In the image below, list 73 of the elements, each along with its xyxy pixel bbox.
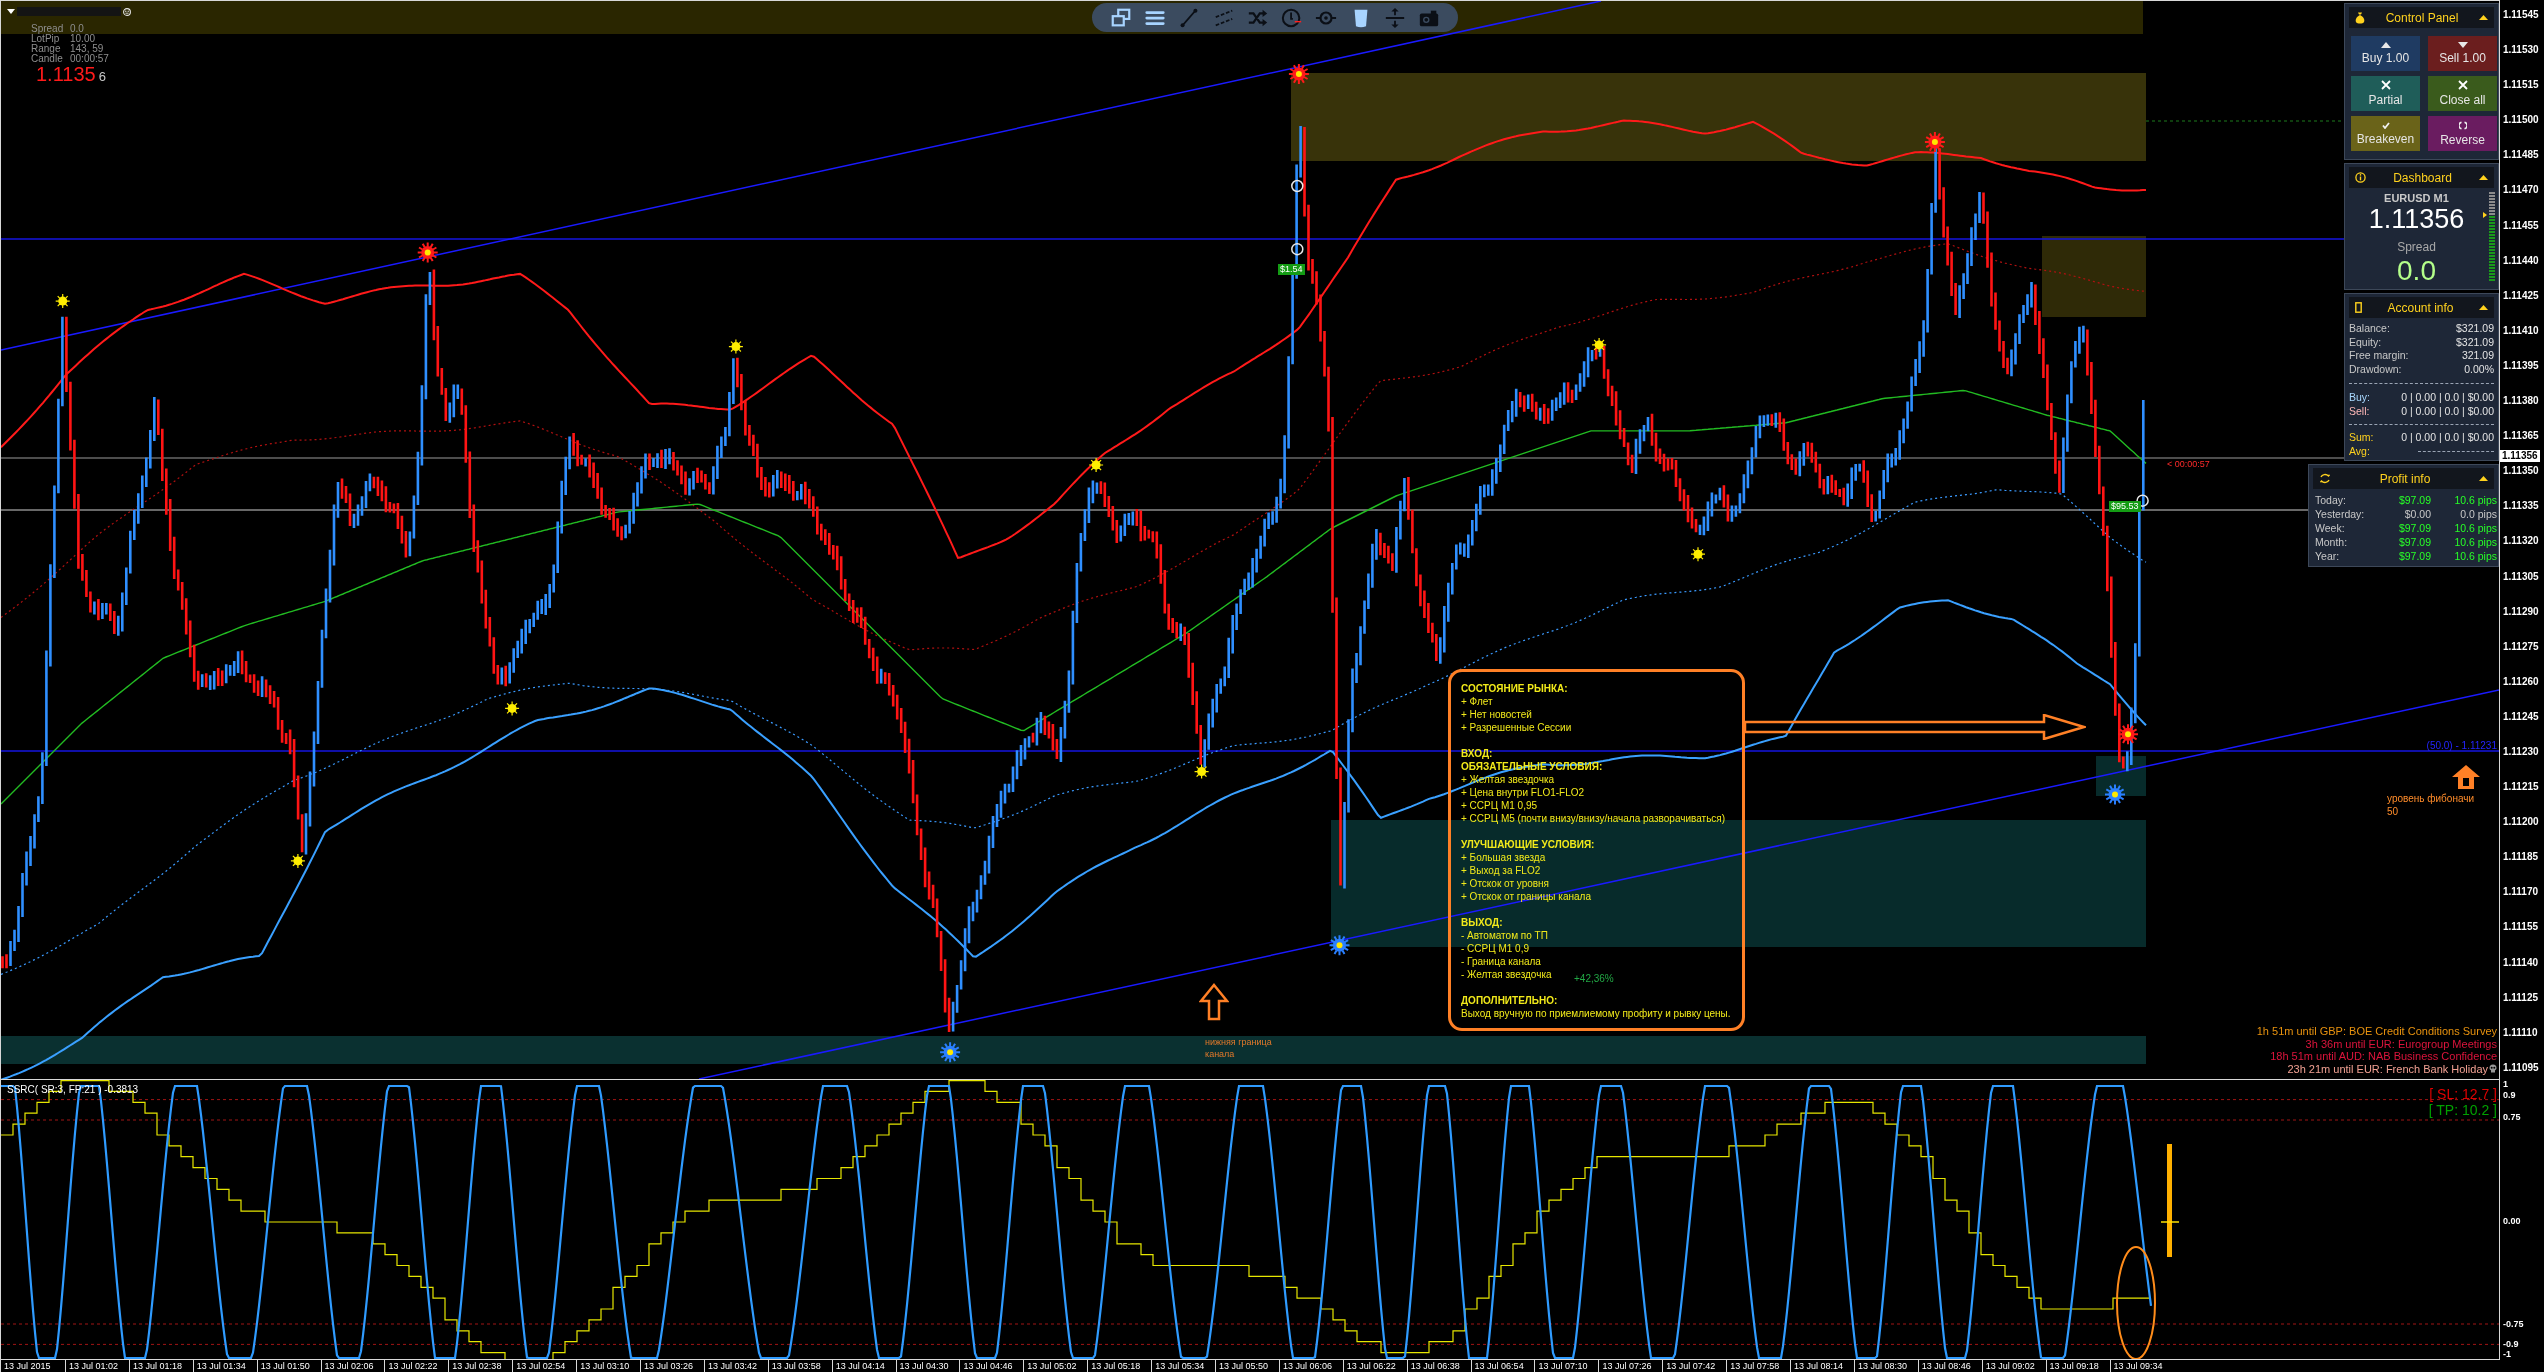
time-label: 13 Jul 05:50 (1219, 1360, 1269, 1372)
price-label: 1.11245 (2502, 710, 2540, 723)
price-label: 1.11140 (2502, 956, 2540, 969)
price-label: 1.11185 (2502, 851, 2540, 864)
axis-label: 0.00 (2503, 1217, 2521, 1226)
price-label: 1.11470 (2502, 184, 2540, 197)
time-label: 13 Jul 2015 (4, 1360, 51, 1372)
time-label: 13 Jul 07:10 (1538, 1360, 1588, 1372)
price-label: 1.11305 (2502, 570, 2540, 583)
price-label: 1.11485 (2502, 149, 2540, 162)
axis-label: 0.9 (2503, 1091, 2516, 1100)
time-label: 13 Jul 03:10 (580, 1360, 630, 1372)
price-label: 1.11155 (2502, 921, 2540, 934)
time-label: 13 Jul 02:54 (516, 1360, 566, 1372)
price-label: 1.11200 (2502, 816, 2540, 829)
price-label: 1.11425 (2502, 289, 2540, 302)
price-label: 1.11215 (2502, 781, 2540, 794)
time-label: 13 Jul 06:38 (1410, 1360, 1460, 1372)
time-label: 13 Jul 07:42 (1666, 1360, 1716, 1372)
time-label: 13 Jul 09:02 (1985, 1360, 2035, 1372)
time-label: 13 Jul 08:14 (1794, 1360, 1844, 1372)
price-label: 1.11110 (2502, 1026, 2539, 1039)
price-label: 1.11410 (2502, 324, 2540, 337)
price-label: 1.11380 (2502, 395, 2540, 408)
time-label: 13 Jul 09:34 (2113, 1360, 2163, 1372)
price-label: 1.11095 (2502, 1061, 2540, 1074)
price-label: 1.11530 (2502, 44, 2540, 57)
axis-label: -1 (2503, 1350, 2511, 1359)
price-label: 1.11350 (2502, 465, 2540, 478)
price-label: 1.11365 (2502, 430, 2540, 443)
axis-label: -0.9 (2503, 1340, 2519, 1349)
time-label: 13 Jul 04:46 (963, 1360, 1013, 1372)
time-label: 13 Jul 04:30 (899, 1360, 949, 1372)
time-label: 13 Jul 05:34 (1155, 1360, 1205, 1372)
axis-label: 0.75 (2503, 1113, 2521, 1122)
price-label: 1.11290 (2502, 605, 2540, 618)
axis-label: 1 (2503, 1080, 2508, 1089)
time-label: 13 Jul 01:50 (260, 1360, 310, 1372)
price-label: 1.11455 (2502, 219, 2540, 232)
time-label: 13 Jul 04:14 (835, 1360, 885, 1372)
price-label: 1.11440 (2502, 254, 2540, 267)
time-label: 13 Jul 07:26 (1602, 1360, 1652, 1372)
time-label: 13 Jul 02:38 (452, 1360, 502, 1372)
time-label: 13 Jul 01:02 (69, 1360, 119, 1372)
time-label: 13 Jul 01:18 (132, 1360, 182, 1372)
price-label: 1.11335 (2502, 500, 2540, 513)
price-label: 1.11320 (2502, 535, 2540, 548)
time-label: 13 Jul 03:58 (771, 1360, 821, 1372)
time-label: 13 Jul 02:06 (324, 1360, 374, 1372)
time-label: 13 Jul 06:22 (1346, 1360, 1396, 1372)
time-label: 13 Jul 08:46 (1921, 1360, 1971, 1372)
time-label: 13 Jul 06:06 (1282, 1360, 1332, 1372)
time-label: 13 Jul 07:58 (1730, 1360, 1780, 1372)
time-label: 13 Jul 05:18 (1091, 1360, 1141, 1372)
time-label: 13 Jul 03:26 (644, 1360, 694, 1372)
time-label: 13 Jul 09:18 (2049, 1360, 2099, 1372)
price-label: 1.11395 (2502, 359, 2540, 372)
price-label: 1.11125 (2502, 991, 2540, 1004)
time-label: 13 Jul 01:34 (196, 1360, 246, 1372)
price-label: 1.11545 (2502, 9, 2540, 21)
time-label: 13 Jul 08:30 (1857, 1360, 1907, 1372)
price-label: 1.11515 (2502, 79, 2540, 92)
time-label: 13 Jul 05:02 (1027, 1360, 1077, 1372)
axis-label: -0.75 (2503, 1320, 2524, 1329)
price-label: 1.11500 (2502, 114, 2540, 127)
current-price-tag: 1.11356 (2500, 450, 2540, 462)
price-label: 1.11170 (2502, 886, 2540, 899)
time-label: 13 Jul 02:22 (388, 1360, 438, 1372)
time-label: 13 Jul 03:42 (707, 1360, 757, 1372)
price-label: 1.11230 (2502, 745, 2540, 758)
price-label: 1.11260 (2502, 675, 2540, 688)
price-label: 1.11275 (2502, 640, 2540, 653)
time-label: 13 Jul 06:54 (1474, 1360, 1524, 1372)
